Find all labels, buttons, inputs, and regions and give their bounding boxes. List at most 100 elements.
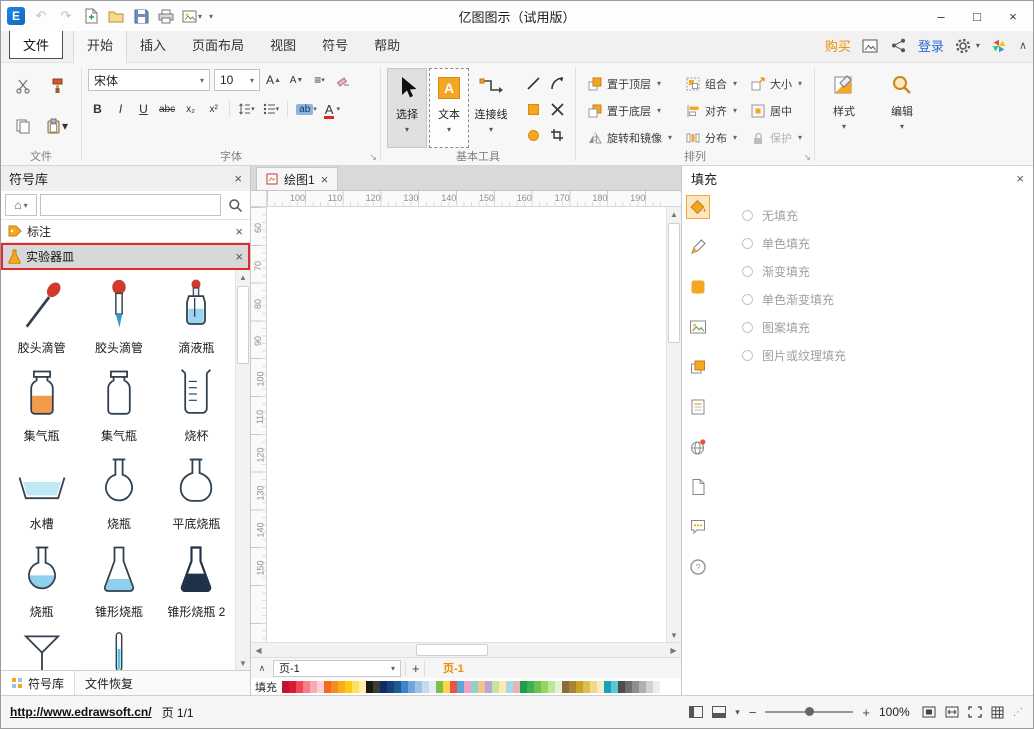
symbol-item[interactable]: 集气瓶 (80, 362, 157, 450)
redo-icon[interactable]: ↷ (57, 7, 75, 25)
arc-tool-icon[interactable] (550, 76, 565, 91)
close-icon[interactable]: × (321, 172, 329, 187)
connector-tool-button[interactable]: 连接线 ▾ (471, 68, 511, 148)
login-link[interactable]: 登录 (918, 36, 944, 55)
color-swatch[interactable] (632, 681, 639, 693)
print-icon[interactable] (157, 7, 175, 25)
fullscreen-icon[interactable] (968, 706, 982, 718)
color-swatch[interactable] (380, 681, 387, 693)
zoom-slider-thumb[interactable] (805, 707, 814, 716)
document-page-icon[interactable] (686, 475, 710, 499)
website-link[interactable]: http://www.edrawsoft.cn/ (10, 705, 152, 719)
color-swatch[interactable] (555, 681, 562, 693)
line-style-pen-icon[interactable] (686, 235, 710, 259)
color-swatch[interactable] (303, 681, 310, 693)
copy-icon[interactable] (13, 116, 33, 136)
export-icon[interactable]: ▾ (182, 9, 202, 24)
scroll-up-icon[interactable]: ▲ (667, 207, 681, 221)
color-swatch[interactable] (324, 681, 331, 693)
symbol-item[interactable]: 滴液瓶 (158, 274, 235, 362)
color-swatch[interactable] (296, 681, 303, 693)
tab-symbols[interactable]: 符号 (309, 28, 361, 62)
toggle-left-panel-icon[interactable] (689, 706, 703, 718)
color-swatch[interactable] (499, 681, 506, 693)
color-swatch[interactable] (366, 681, 373, 693)
color-swatch[interactable] (583, 681, 590, 693)
symbol-item-partial[interactable] (3, 626, 80, 670)
symbol-item[interactable]: 胶头滴管 (80, 274, 157, 362)
zoom-out-button[interactable]: − (749, 705, 757, 720)
scroll-down-icon[interactable]: ▼ (236, 656, 250, 670)
library-scrollbar[interactable]: ▲ ▼ (235, 270, 250, 670)
document-tab-drawing1[interactable]: 绘图1 × (256, 167, 338, 190)
symbol-search-input[interactable] (40, 194, 221, 216)
text-highlight-dropdown[interactable]: ab▾ (294, 99, 319, 119)
subscript-button[interactable]: x₂ (181, 99, 200, 119)
layers-icon[interactable] (686, 355, 710, 379)
bullet-list-dropdown[interactable]: ▾ (261, 99, 282, 119)
add-page-button[interactable]: + (405, 661, 425, 676)
share-icon[interactable] (890, 37, 907, 54)
fill-option-gradient[interactable]: 渐变填充 (742, 263, 846, 280)
color-swatch[interactable] (646, 681, 653, 693)
comment-icon[interactable] (686, 515, 710, 539)
strikethrough-button[interactable]: abc (157, 99, 177, 119)
zoom-in-button[interactable]: + (862, 705, 870, 720)
paste-icon[interactable]: ▾ (46, 118, 68, 134)
open-folder-icon[interactable] (107, 7, 125, 25)
color-swatch[interactable] (422, 681, 429, 693)
dialog-launcher-icon[interactable]: ↘ (804, 152, 812, 163)
hyperlink-globe-icon[interactable] (686, 435, 710, 459)
symbol-item[interactable]: 集气瓶 (3, 362, 80, 450)
note-list-icon[interactable] (686, 395, 710, 419)
superscript-button[interactable]: x² (204, 99, 223, 119)
symbol-item[interactable]: 锥形烧瓶 (80, 538, 157, 626)
close-icon[interactable]: × (1016, 171, 1024, 186)
symbol-item[interactable]: 烧瓶 (80, 450, 157, 538)
color-swatch[interactable] (534, 681, 541, 693)
export-image-icon[interactable] (862, 37, 879, 54)
color-swatch[interactable] (513, 681, 520, 693)
color-swatch[interactable] (443, 681, 450, 693)
color-swatch[interactable] (359, 681, 366, 693)
fill-option-single-gradient[interactable]: 单色渐变填充 (742, 291, 846, 308)
color-swatch[interactable] (625, 681, 632, 693)
library-group-lab-glassware[interactable]: 实验器皿 × (1, 243, 250, 270)
color-swatch[interactable] (394, 681, 401, 693)
ellipse-tool-icon[interactable] (528, 130, 539, 141)
minimize-button[interactable]: – (923, 3, 959, 29)
clear-format-icon[interactable] (333, 70, 352, 90)
close-icon[interactable]: × (234, 171, 242, 186)
text-align-dropdown[interactable]: ≡▾ (310, 70, 329, 90)
library-home-dropdown[interactable]: ⌂▾ (5, 194, 37, 216)
scroll-left-icon[interactable]: ◀ (251, 643, 266, 657)
font-name-combo[interactable]: 宋体 ▾ (88, 69, 210, 91)
size-button[interactable]: 大小▾ (751, 76, 802, 92)
close-icon[interactable]: × (235, 249, 243, 264)
canvas-vertical-scrollbar[interactable]: ▲ ▼ (666, 207, 681, 642)
tab-symbol-library[interactable]: 符号库 (1, 671, 75, 695)
rotate-mirror-button[interactable]: 旋转和镜像▾ (588, 130, 672, 146)
color-swatch[interactable] (485, 681, 492, 693)
group-button[interactable]: 组合▾ (686, 76, 737, 92)
fill-option-texture[interactable]: 图片或纹理填充 (742, 347, 846, 364)
symbol-item[interactable]: 水槽 (3, 450, 80, 538)
color-swatch[interactable] (373, 681, 380, 693)
close-button[interactable]: × (995, 3, 1031, 29)
symbol-item[interactable]: 烧杯 (158, 362, 235, 450)
fit-page-icon[interactable] (922, 706, 936, 718)
file-menu-button[interactable]: 文件 (9, 30, 63, 59)
polygon-tool-icon[interactable] (551, 103, 564, 116)
font-color-dropdown[interactable]: A▾ (323, 99, 342, 119)
color-swatch[interactable] (618, 681, 625, 693)
edit-button[interactable]: 编辑 ▾ (879, 66, 925, 131)
tab-help[interactable]: 帮助 (361, 28, 413, 62)
collapse-ribbon-icon[interactable]: ∧ (1019, 39, 1027, 52)
tab-file-recovery[interactable]: 文件恢复 (75, 671, 143, 695)
maximize-button[interactable]: □ (959, 3, 995, 29)
italic-button[interactable]: I (111, 99, 130, 119)
color-swatch[interactable] (604, 681, 611, 693)
color-swatch[interactable] (576, 681, 583, 693)
undo-icon[interactable]: ↶ (32, 7, 50, 25)
page-tab[interactable]: 页-1 ▾ (273, 660, 401, 677)
